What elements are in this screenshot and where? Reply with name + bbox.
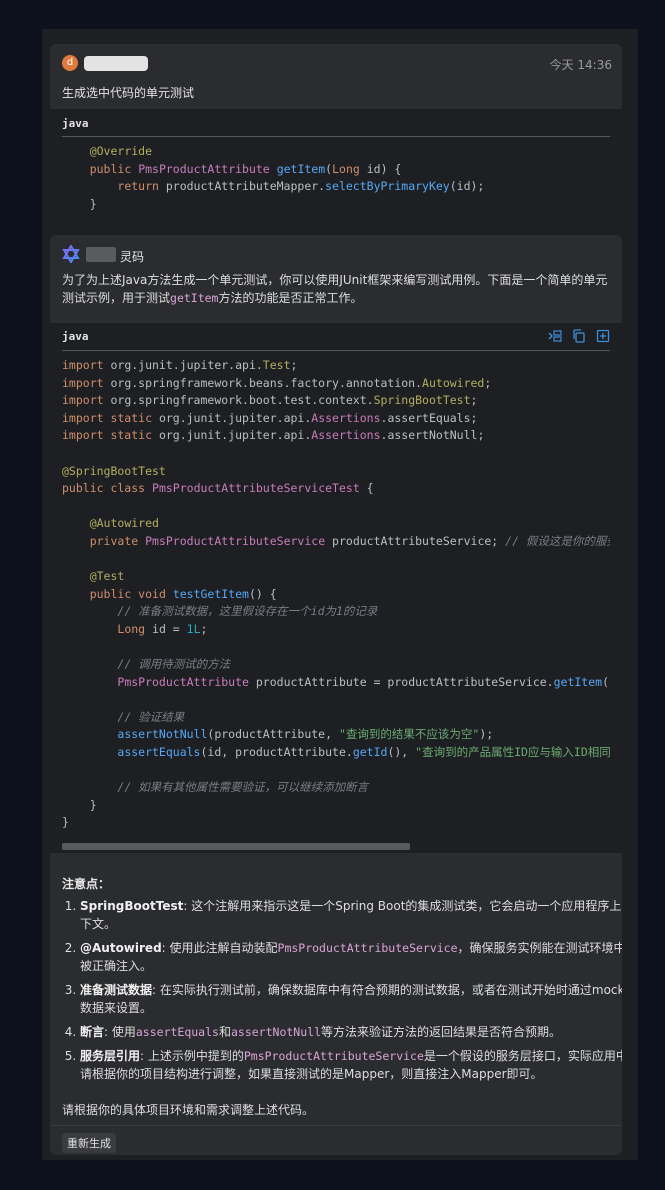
code-toolbar — [548, 329, 610, 343]
note-bold: 断言 — [80, 1025, 105, 1039]
note-text: : 在实际执行测试前，确保数据库中有符合预期的测试数据，或者在测试开始时通过mo… — [80, 983, 622, 1015]
user-message-header: d 今天 14:36 — [50, 44, 622, 78]
note-text: 和 — [218, 1025, 231, 1039]
generated-code-block[interactable]: java import org.junit.jupiter.api.Test; … — [50, 323, 622, 853]
regenerate-button[interactable]: 重新生成 — [62, 1133, 116, 1153]
scrollbar-thumb[interactable] — [62, 843, 410, 850]
note-item: 准备测试数据: 在实际执行测试前，确保数据库中有符合预期的测试数据，或者在测试开… — [80, 981, 622, 1017]
copy-icon[interactable] — [572, 329, 586, 343]
footer-divider — [50, 1125, 622, 1126]
note-inline-code: PmsProductAttributeService — [243, 1049, 424, 1063]
assistant-name: 灵码 — [120, 250, 145, 264]
redacted-brand — [86, 247, 116, 262]
closing-text: 请根据你的具体项目环境和需求调整上述代码。 — [62, 1103, 315, 1117]
note-item: SpringBootTest: 这个注解用来指示这是一个Spring Boot的… — [80, 897, 622, 933]
note-bold: SpringBootTest — [80, 899, 184, 913]
note-bold: @Autowired — [80, 941, 162, 955]
intro-text-b: 方法的功能是否正常工作。 — [218, 291, 363, 305]
code-divider — [62, 136, 610, 137]
assistant-message-card: 灵码 为了为上述Java方法生成一个单元测试，你可以使用JUnit框架来编写测试… — [50, 235, 622, 1155]
note-inline-code: assertNotNull — [230, 1025, 321, 1039]
horizontal-scrollbar[interactable] — [62, 843, 610, 850]
note-bold: 服务层引用 — [80, 1049, 141, 1063]
message-timestamp: 今天 14:36 — [549, 58, 612, 72]
note-item: 断言: 使用assertEquals和assertNotNull等方法来验证方法… — [80, 1023, 622, 1041]
note-bold: 准备测试数据 — [80, 983, 153, 997]
user-message-card: d 今天 14:36 生成选中代码的单元测试 java @Override pu… — [50, 44, 622, 226]
note-item: 服务层引用: 上述示例中提到的PmsProductAttributeServic… — [80, 1047, 622, 1083]
code-language-label: java — [62, 117, 89, 130]
user-prompt-text: 生成选中代码的单元测试 — [62, 86, 195, 100]
redacted-username — [84, 56, 148, 71]
chat-panel: d 今天 14:36 生成选中代码的单元测试 java @Override pu… — [42, 29, 638, 1160]
note-text: 等方法来验证方法的返回结果是否符合预期。 — [321, 1025, 562, 1039]
note-text: : 使用 — [104, 1025, 136, 1039]
note-item: @Autowired: 使用此注解自动装配PmsProductAttribute… — [80, 939, 622, 975]
new-file-icon[interactable] — [596, 329, 610, 343]
note-inline-code: PmsProductAttributeService — [277, 941, 458, 955]
notes-list: SpringBootTest: 这个注解用来指示这是一个Spring Boot的… — [62, 897, 622, 1089]
lingma-logo-icon — [62, 245, 80, 263]
selected-code-block[interactable]: java @Override public PmsProductAttribut… — [50, 109, 622, 226]
selected-code[interactable]: @Override public PmsProductAttribute get… — [62, 143, 485, 213]
code-language-label: java — [62, 330, 89, 343]
note-inline-code: assertEquals — [135, 1025, 219, 1039]
code-divider — [62, 350, 610, 351]
assistant-intro: 为了为上述Java方法生成一个单元测试，你可以使用JUnit框架来编写测试用例。… — [62, 271, 610, 307]
intro-inline-code: getItem — [170, 291, 219, 305]
note-text: : 使用此注解自动装配 — [161, 941, 278, 955]
notes-title: 注意点： — [62, 877, 111, 891]
insert-icon[interactable] — [548, 329, 562, 343]
note-text: : 上述示例中提到的 — [140, 1049, 244, 1063]
user-avatar: d — [62, 55, 78, 71]
generated-code[interactable]: import org.junit.jupiter.api.Test; impor… — [62, 357, 610, 832]
